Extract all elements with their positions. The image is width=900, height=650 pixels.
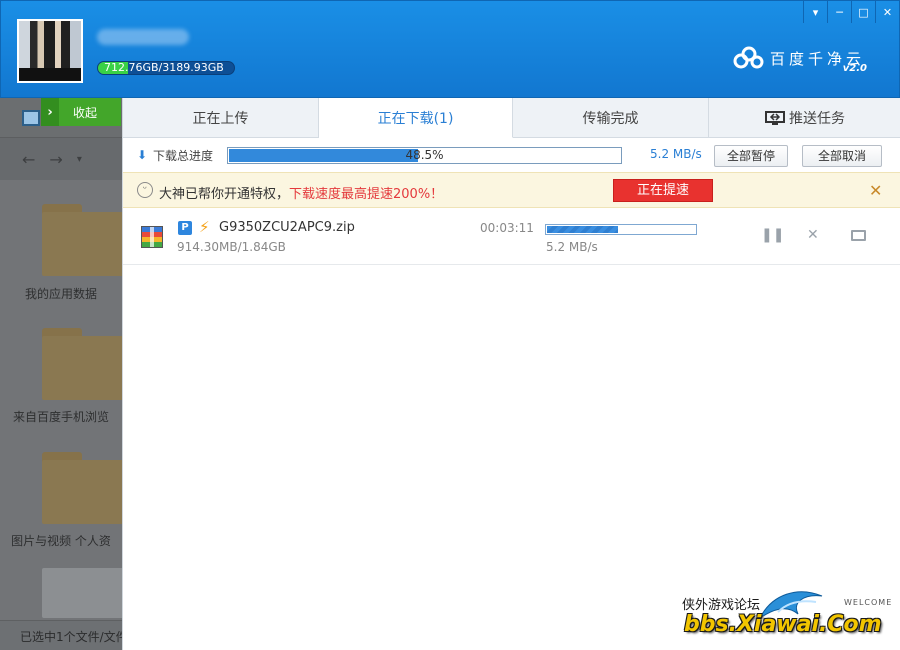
android-file-icon[interactable] bbox=[42, 568, 126, 618]
collapse-button[interactable]: › 收起 bbox=[41, 98, 121, 126]
open-folder-icon[interactable] bbox=[851, 230, 866, 241]
back-arrow-icon[interactable]: ← bbox=[22, 150, 35, 170]
maximize-button[interactable]: □ bbox=[851, 1, 875, 23]
brand-version: v2.0 bbox=[842, 63, 867, 74]
file-progress-bar bbox=[545, 224, 697, 235]
cloud-logo-icon bbox=[733, 46, 764, 69]
folder-label[interactable]: 图片与视频 个人资 bbox=[0, 532, 122, 549]
file-size: 914.30MB/1.84GB bbox=[177, 240, 286, 254]
cancel-icon[interactable]: ✕ bbox=[807, 227, 819, 243]
avatar[interactable] bbox=[17, 19, 83, 83]
speedup-notice: ᵕ 大神已帮你开通特权，下载速度最高提速200%！ 正在提速 ✕ bbox=[123, 172, 900, 208]
watermark: 侠外游戏论坛 WELCOME bbs.Xiawai.Com bbox=[676, 588, 892, 646]
storage-quota-bar: 712.76GB/3189.93GB bbox=[97, 61, 235, 75]
file-speed: 5.2 MB/s bbox=[546, 240, 598, 254]
folder-icon[interactable] bbox=[42, 204, 126, 276]
total-progress-label: 下载总进度 bbox=[153, 149, 214, 163]
storage-quota-text: 712.76GB/3189.93GB bbox=[104, 61, 224, 74]
tab-completed[interactable]: 传输完成 bbox=[513, 98, 709, 138]
push-screen-icon bbox=[765, 111, 785, 125]
app-header: 712.76GB/3189.93GB 百度千净云 v2.0 ▾ ─ □ ✕ bbox=[0, 0, 900, 98]
file-name: G9350ZCU2APC9.zip bbox=[219, 220, 355, 235]
pause-icon[interactable]: ❚❚ bbox=[761, 227, 784, 243]
tab-push-tasks[interactable]: 推送任务 bbox=[709, 98, 900, 138]
cancel-all-button[interactable]: 全部取消 bbox=[802, 145, 882, 167]
nav-arrows: ← → ▾ bbox=[22, 150, 82, 170]
transfer-tabs: 正在上传 正在下载(1) 传输完成 推送任务 bbox=[123, 98, 900, 138]
transfer-panel: 正在上传 正在下载(1) 传输完成 推送任务 ⬇ 下载总进度 48.5% 5.2… bbox=[122, 98, 900, 650]
pause-all-button[interactable]: 全部暂停 bbox=[714, 145, 788, 167]
smile-icon: ᵕ bbox=[137, 182, 153, 198]
watermark-welcome: WELCOME bbox=[844, 598, 893, 607]
file-progress-fill bbox=[547, 226, 618, 233]
close-notice-icon[interactable]: ✕ bbox=[869, 181, 882, 200]
folder-label[interactable]: 来自百度手机浏览 bbox=[0, 408, 122, 425]
status-text: 已选中1个文件/文件 bbox=[20, 630, 128, 644]
notice-highlight: 下载速度最高提速200%！ bbox=[289, 187, 444, 202]
folder-icon[interactable] bbox=[42, 452, 126, 524]
folder-icon[interactable] bbox=[42, 328, 126, 400]
tab-push-tasks-label: 推送任务 bbox=[789, 111, 845, 127]
notice-message: 大神已帮你开通特权， bbox=[159, 187, 290, 202]
window-controls: ▾ ─ □ ✕ bbox=[803, 1, 899, 23]
total-progress-text: 48.5% bbox=[405, 148, 444, 162]
watermark-site-name: 侠外游戏论坛 bbox=[682, 598, 761, 613]
collapse-label: 收起 bbox=[73, 105, 98, 120]
download-arrow-icon: ⬇ bbox=[137, 148, 148, 162]
minimize-button[interactable]: ─ bbox=[827, 1, 851, 23]
menu-dropdown-icon[interactable]: ▾ bbox=[803, 1, 827, 23]
upload-icon[interactable] bbox=[22, 110, 40, 126]
total-progress-row: ⬇ 下载总进度 48.5% 5.2 MB/s 全部暂停 全部取消 bbox=[123, 138, 900, 172]
total-speed: 5.2 MB/s bbox=[650, 147, 702, 161]
watermark-url: bbs.Xiawai.Com bbox=[684, 612, 882, 637]
lightning-icon: ⚡ bbox=[199, 218, 210, 236]
chevron-right-icon: › bbox=[41, 98, 59, 126]
total-progress-bar: 48.5% bbox=[227, 147, 622, 164]
forward-arrow-icon[interactable]: → bbox=[49, 150, 62, 170]
speedup-button[interactable]: 正在提速 bbox=[613, 179, 713, 202]
tab-downloading[interactable]: 正在下载(1) bbox=[319, 98, 513, 138]
p2p-badge-icon: P bbox=[178, 221, 192, 235]
file-remaining-time: 00:03:11 bbox=[480, 221, 534, 235]
close-button[interactable]: ✕ bbox=[875, 1, 899, 23]
zip-archive-icon bbox=[141, 226, 163, 248]
notice-text: 大神已帮你开通特权，下载速度最高提速200%！ bbox=[159, 183, 443, 202]
history-dropdown-icon[interactable]: ▾ bbox=[77, 150, 82, 170]
download-item-row[interactable]: P ⚡ G9350ZCU2APC9.zip 914.30MB/1.84GB 00… bbox=[123, 210, 900, 265]
folder-label[interactable]: 我的应用数据 bbox=[0, 285, 122, 302]
brand-logo: 百度千净云 v2.0 bbox=[732, 45, 867, 74]
username-blurred bbox=[97, 29, 189, 45]
tab-uploading[interactable]: 正在上传 bbox=[123, 98, 319, 138]
